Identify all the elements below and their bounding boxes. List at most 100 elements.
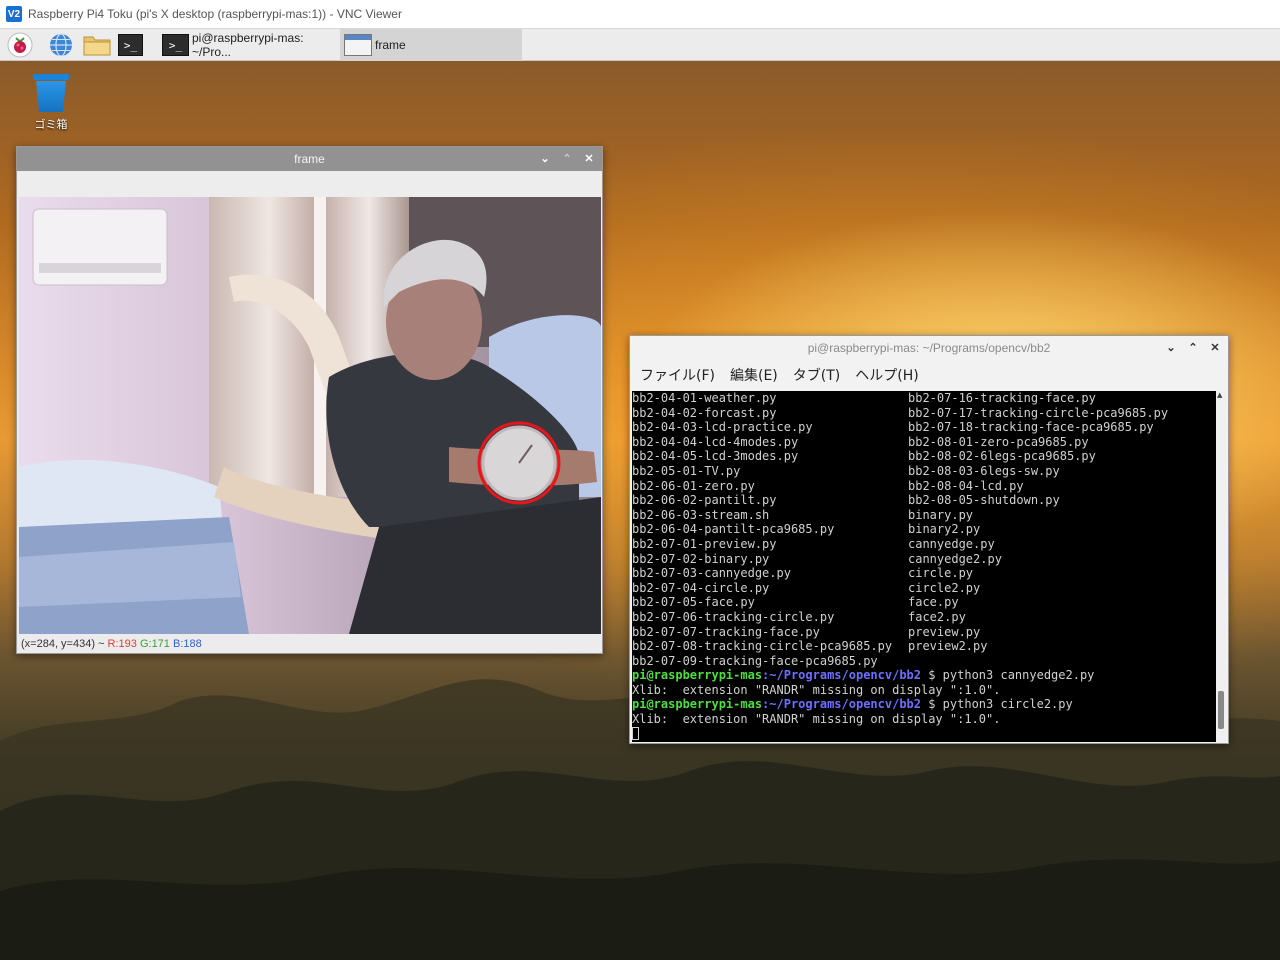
- terminal-prompt-glyph: >_: [118, 34, 143, 56]
- vnc-title: Raspberry Pi4 Toku (pi's X desktop (rasp…: [28, 7, 402, 21]
- file-name: bb2-08-01-zero-pca9685.py: [908, 434, 1089, 449]
- file-name: circle.py: [908, 566, 974, 581]
- file-name: bb2-04-02-forcast.py: [632, 405, 777, 420]
- maximize-icon[interactable]: ⌃: [1186, 339, 1200, 355]
- prompt-path: :~/Programs/opencv/bb2: [762, 668, 921, 683]
- prompt-path: :~/Programs/opencv/bb2: [762, 697, 921, 712]
- menu-help[interactable]: ヘルプ(H): [855, 365, 918, 385]
- terminal-menubar: ファイル(F) 編集(E) タブ(T) ヘルプ(H): [630, 360, 1228, 390]
- file-name: binary.py: [908, 507, 974, 522]
- file-name: bb2-04-04-lcd-4modes.py: [632, 434, 799, 449]
- listing-row: bb2-07-07-tracking-face.py preview.py: [632, 625, 1217, 640]
- file-manager-icon[interactable]: [83, 32, 111, 58]
- prompt-user: pi@raspberrypi-mas: [632, 668, 763, 683]
- taskbar-task-terminal[interactable]: >_ pi@raspberrypi-mas: ~/Pro...: [158, 29, 340, 61]
- menu-tabs[interactable]: タブ(T): [793, 365, 840, 385]
- terminal-window: pi@raspberrypi-mas: ~/Programs/opencv/bb…: [629, 335, 1229, 744]
- frame-window: frame ⌄ ⌃ ✕ (x=284, y=434) ~ R:193 G:171…: [16, 146, 603, 654]
- listing-row: bb2-06-03-stream.sh binary.py: [632, 508, 1217, 523]
- vnc-logo-icon: V2: [6, 6, 22, 22]
- terminal-scrollbar[interactable]: ▲: [1216, 391, 1226, 742]
- listing-row: bb2-04-03-lcd-practice.py bb2-07-18-track…: [632, 420, 1217, 435]
- file-name: bb2-08-02-6legs-pca9685.py: [908, 449, 1096, 464]
- scroll-up-icon[interactable]: ▲: [1217, 391, 1222, 399]
- scrollbar-thumb[interactable]: [1218, 691, 1224, 729]
- file-name: bb2-05-01-TV.py: [632, 463, 741, 478]
- file-name: face2.py: [908, 609, 966, 624]
- listing-row: bb2-06-02-pantilt.py bb2-08-05-shutdown.p…: [632, 493, 1217, 508]
- terminal-cursor-line: [632, 726, 1217, 742]
- listing-row: bb2-05-01-TV.py bb2-08-03-6legs-sw.py: [632, 464, 1217, 479]
- window-title: frame: [294, 152, 325, 166]
- file-name: bb2-06-01-zero.py: [632, 478, 755, 493]
- raspberry-menu-icon[interactable]: [6, 32, 34, 58]
- file-name: preview.py: [908, 624, 981, 639]
- file-name: bb2-04-03-lcd-practice.py: [632, 420, 813, 435]
- taskbar-task-label: pi@raspberrypi-mas: ~/Pro...: [192, 31, 304, 59]
- file-name: bb2-07-01-preview.py: [632, 536, 777, 551]
- frame-window-titlebar[interactable]: frame ⌄ ⌃ ✕: [17, 147, 602, 171]
- listing-row: bb2-07-09-tracking-face-pca9685.py: [632, 654, 1217, 669]
- file-name: bb2-07-08-tracking-circle-pca9685.py: [632, 639, 893, 654]
- pixel-green-value: G:171: [139, 638, 170, 650]
- file-name: face.py: [908, 595, 959, 610]
- menu-edit[interactable]: 編集(E): [730, 365, 778, 385]
- window-icon: [344, 34, 372, 56]
- maximize-icon[interactable]: ⌃: [560, 150, 574, 166]
- listing-row: bb2-07-02-binary.py cannyedge2.py: [632, 552, 1217, 567]
- camera-frame-image[interactable]: [19, 197, 601, 634]
- file-name: binary2.py: [908, 522, 981, 537]
- file-name: bb2-08-04-lcd.py: [908, 478, 1024, 493]
- file-name: cannyedge.py: [908, 536, 995, 551]
- listing-row: bb2-04-02-forcast.py bb2-07-17-tracking-c…: [632, 406, 1217, 421]
- listing-row: bb2-07-04-circle.py circle2.py: [632, 581, 1217, 596]
- listing-row: bb2-07-05-face.py face.py: [632, 595, 1217, 610]
- listing-row: bb2-07-06-tracking-circle.py face2.py: [632, 610, 1217, 625]
- file-name: bb2-06-03-stream.sh: [632, 507, 770, 522]
- taskbar: >_ >_ pi@raspberrypi-mas: ~/Pro... frame: [0, 29, 1280, 61]
- close-icon[interactable]: ✕: [582, 150, 596, 166]
- terminal-session: pi@raspberrypi-mas:~/Programs/opencv/bb2…: [632, 668, 1217, 726]
- file-name: bb2-07-07-tracking-face.py: [632, 624, 820, 639]
- file-name: bb2-07-03-cannyedge.py: [632, 566, 791, 581]
- prompt-user: pi@raspberrypi-mas: [632, 697, 763, 712]
- command-line: pi@raspberrypi-mas:~/Programs/opencv/bb2…: [632, 697, 1217, 712]
- command-text: $ python3 cannyedge2.py: [921, 668, 1095, 683]
- pixel-blue-value: B:188: [172, 638, 202, 650]
- minimize-icon[interactable]: ⌄: [538, 150, 552, 166]
- file-name: bb2-07-04-circle.py: [632, 580, 770, 595]
- text-cursor: [632, 726, 639, 740]
- terminal-screen[interactable]: bb2-04-01-weather.py bb2-07-16-tracking-f…: [632, 391, 1217, 742]
- file-listing: bb2-04-01-weather.py bb2-07-16-tracking-f…: [632, 391, 1217, 668]
- file-name: bb2-08-03-6legs-sw.py: [908, 463, 1060, 478]
- file-name: bb2-07-06-tracking-circle.py: [632, 609, 835, 624]
- file-name: preview2.py: [908, 639, 988, 654]
- trash-desktop-item[interactable]: ゴミ箱: [28, 74, 74, 132]
- close-icon[interactable]: ✕: [1208, 339, 1222, 355]
- file-name: bb2-06-02-pantilt.py: [632, 493, 777, 508]
- file-name: bb2-08-05-shutdown.py: [908, 493, 1060, 508]
- web-browser-icon[interactable]: [47, 32, 75, 58]
- file-name: cannyedge2.py: [908, 551, 1002, 566]
- file-name: bb2-07-17-tracking-circle-pca9685.py: [908, 405, 1169, 420]
- menu-file[interactable]: ファイル(F): [640, 365, 715, 385]
- window-title: pi@raspberrypi-mas: ~/Programs/opencv/bb…: [807, 341, 1051, 355]
- listing-row: bb2-07-01-preview.py cannyedge.py: [632, 537, 1217, 552]
- command-output: Xlib: extension "RANDR" missing on displ…: [632, 682, 1001, 697]
- file-name: bb2-07-16-tracking-face.py: [908, 391, 1096, 405]
- file-name: bb2-04-01-weather.py: [632, 391, 777, 405]
- listing-row: bb2-07-03-cannyedge.py circle.py: [632, 566, 1217, 581]
- taskbar-task-frame[interactable]: frame: [340, 29, 522, 61]
- terminal-icon[interactable]: >_: [118, 32, 146, 58]
- listing-row: bb2-06-01-zero.py bb2-08-04-lcd.py: [632, 479, 1217, 494]
- file-name: bb2-04-05-lcd-3modes.py: [632, 449, 799, 464]
- minimize-icon[interactable]: ⌄: [1164, 339, 1178, 355]
- command-line: pi@raspberrypi-mas:~/Programs/opencv/bb2…: [632, 668, 1217, 683]
- listing-row: bb2-04-05-lcd-3modes.py bb2-08-02-6legs-p…: [632, 449, 1217, 464]
- listing-row: bb2-07-08-tracking-circle-pca9685.py prev…: [632, 639, 1217, 654]
- trash-label: ゴミ箱: [34, 118, 68, 131]
- terminal-titlebar[interactable]: pi@raspberrypi-mas: ~/Programs/opencv/bb…: [630, 336, 1228, 360]
- listing-row: bb2-06-04-pantilt-pca9685.py binary2.py: [632, 522, 1217, 537]
- vnc-title-bar[interactable]: V2 Raspberry Pi4 Toku (pi's X desktop (r…: [0, 0, 1280, 29]
- file-name: bb2-07-02-binary.py: [632, 551, 770, 566]
